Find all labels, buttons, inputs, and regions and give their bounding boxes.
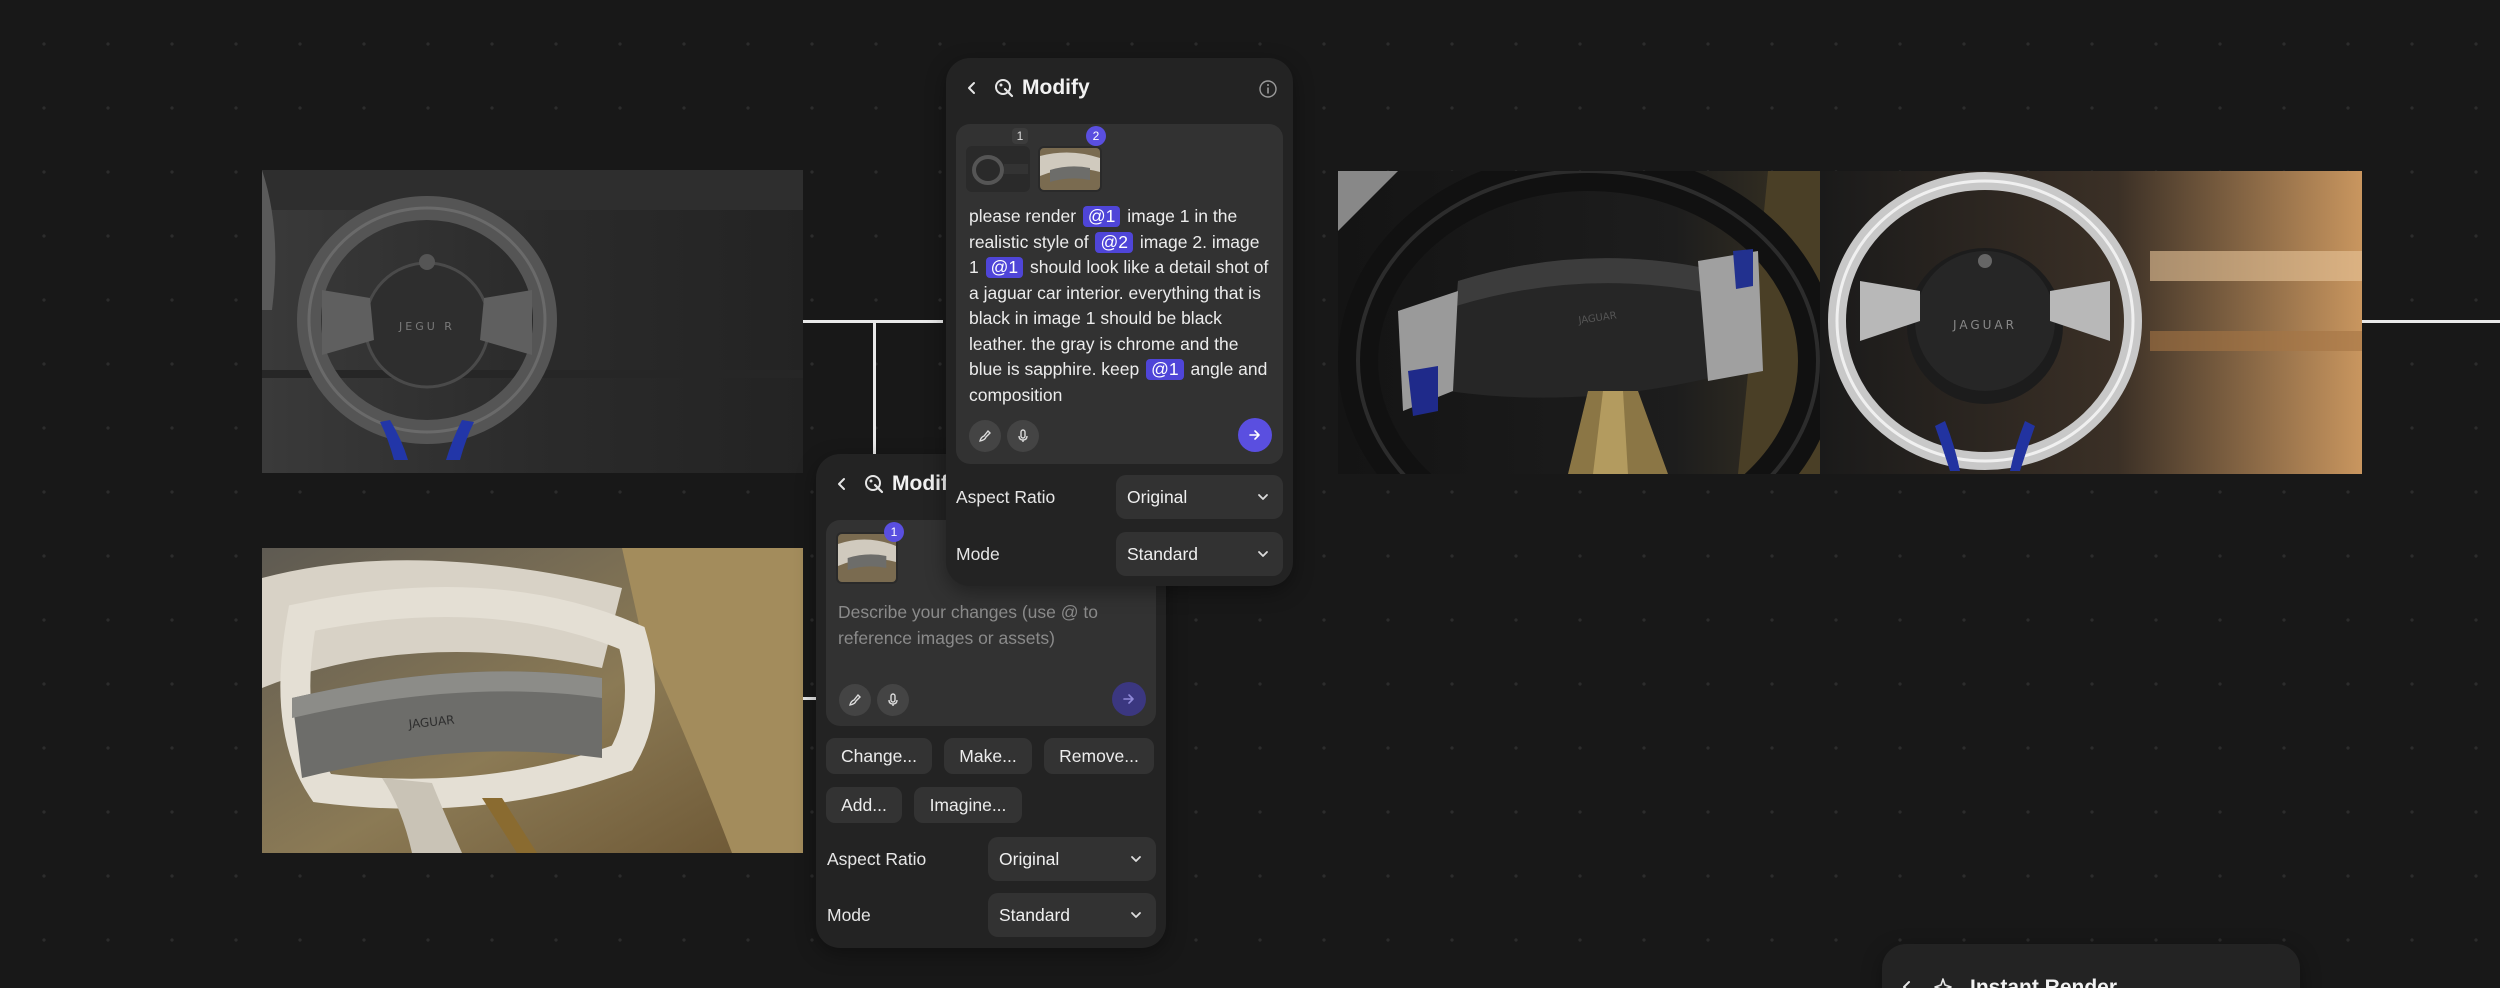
connector-line — [873, 320, 893, 323]
image-node-sketch-steering-wheel[interactable]: JEGU R — [262, 170, 803, 473]
canvas: JEGU R JAGUAR JAGUAR JAGUAR Modify 1 Des… — [0, 0, 2500, 988]
sparkle-icon — [1932, 976, 1954, 988]
modify-panel-main: Modify 1 2 please render @1 image 1 in t… — [946, 58, 1293, 586]
image-node-cream-steering-wheel[interactable]: JAGUAR — [262, 548, 803, 853]
aspect-ratio-value: Original — [999, 849, 1060, 869]
prompt-placeholder: Describe your changes (use @ to referenc… — [838, 602, 1098, 648]
suggestion-add[interactable]: Add... — [826, 787, 902, 823]
mode-select[interactable]: Standard — [988, 893, 1156, 937]
thumbnail-badge: 1 — [884, 522, 904, 542]
suggestion-remove[interactable]: Remove... — [1044, 738, 1154, 774]
mode-value: Standard — [1127, 544, 1199, 564]
modify-brush-icon — [860, 470, 888, 498]
brush-tool-icon[interactable] — [839, 684, 871, 716]
chevron-left-icon[interactable] — [1898, 978, 1916, 988]
svg-text:JEGU R: JEGU R — [398, 320, 455, 333]
chevron-left-icon[interactable] — [958, 74, 986, 102]
mode-value: Standard — [999, 905, 1071, 925]
thumbnail-badge: 2 — [1086, 126, 1106, 146]
reference-chip[interactable]: @1 — [1146, 359, 1184, 380]
connector-line — [873, 320, 876, 454]
prompt-input-box[interactable]: 1 2 please render @1 image 1 in the real… — [956, 124, 1283, 464]
send-button[interactable] — [1238, 418, 1272, 452]
chevron-left-icon[interactable] — [828, 470, 856, 498]
modify-brush-icon — [990, 74, 1018, 102]
chevron-down-icon — [1253, 487, 1273, 507]
panel-title: Modify — [1022, 76, 1090, 99]
prompt-text[interactable]: please render @1 image 1 in the realisti… — [969, 204, 1274, 408]
mode-label: Mode — [827, 905, 871, 925]
svg-text:JAGUAR: JAGUAR — [1952, 318, 2017, 332]
image-node-reference-chrome-wheel[interactable]: JAGUAR — [1820, 171, 2362, 474]
suggestion-imagine[interactable]: Imagine... — [914, 787, 1022, 823]
reference-chip[interactable]: @1 — [1082, 206, 1121, 227]
image-node-render-black-leather[interactable]: JAGUAR — [1338, 171, 1820, 474]
prompt-text-segment: please render — [969, 206, 1081, 226]
connector-line — [2362, 320, 2500, 323]
microphone-icon[interactable] — [1007, 420, 1039, 452]
chevron-down-icon — [1126, 905, 1146, 925]
aspect-ratio-select[interactable]: Original — [1116, 475, 1283, 519]
panel-title: Instant Render — [1970, 976, 2118, 988]
instant-render-panel: Instant Render — [1882, 944, 2300, 988]
chevron-down-icon — [1126, 849, 1146, 869]
chevron-down-icon — [1253, 544, 1273, 564]
panel-header: Modify — [946, 58, 1293, 120]
aspect-ratio-value: Original — [1127, 487, 1188, 507]
suggestion-make[interactable]: Make... — [944, 738, 1032, 774]
microphone-icon[interactable] — [877, 684, 909, 716]
reference-thumbnail-2[interactable] — [1038, 146, 1102, 192]
aspect-ratio-select[interactable]: Original — [988, 837, 1156, 881]
thumbnail-badge: 1 — [1012, 128, 1028, 144]
info-icon[interactable] — [1255, 76, 1281, 102]
mode-label: Mode — [956, 544, 1000, 564]
suggestion-change[interactable]: Change... — [826, 738, 932, 774]
reference-chip[interactable]: @1 — [985, 257, 1024, 278]
mode-select[interactable]: Standard — [1116, 532, 1283, 576]
aspect-ratio-label: Aspect Ratio — [827, 849, 927, 869]
send-button[interactable] — [1112, 682, 1146, 716]
reference-chip[interactable]: @2 — [1095, 231, 1133, 253]
brush-tool-icon[interactable] — [969, 420, 1001, 452]
aspect-ratio-label: Aspect Ratio — [956, 487, 1056, 507]
reference-thumbnail-1[interactable] — [966, 146, 1030, 192]
